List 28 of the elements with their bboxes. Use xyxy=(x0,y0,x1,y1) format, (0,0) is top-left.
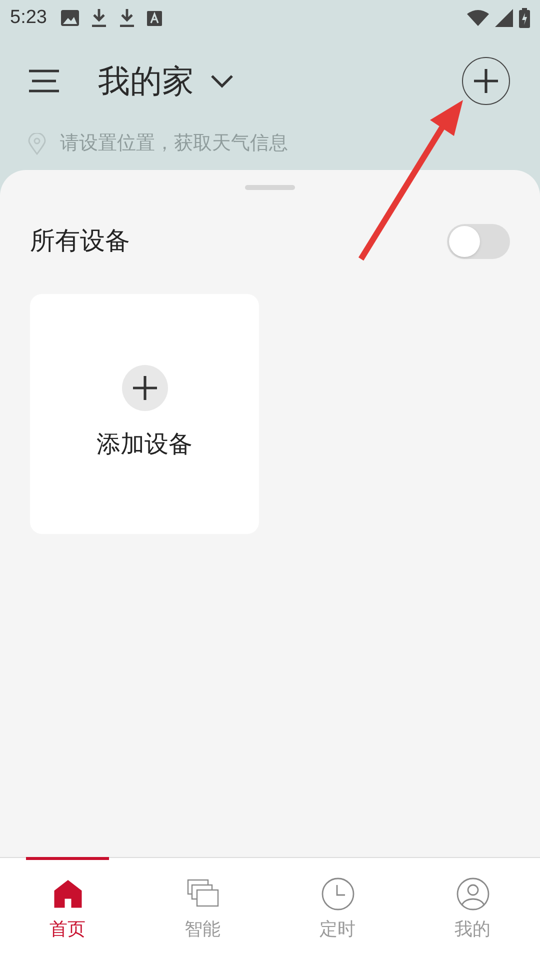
user-icon xyxy=(456,877,490,911)
add-button[interactable] xyxy=(462,57,510,105)
battery-icon xyxy=(519,8,530,28)
location-pin-icon xyxy=(28,133,46,155)
stacked-windows-icon xyxy=(186,879,218,909)
nav-tab[interactable]: 我的 xyxy=(431,857,514,960)
image-icon xyxy=(60,10,79,26)
chevron-down-icon[interactable] xyxy=(210,74,234,88)
status-time: 5:23 xyxy=(10,6,47,30)
section-title: 所有设备 xyxy=(30,226,130,257)
toggle-switch[interactable] xyxy=(447,224,510,260)
add-device-card[interactable]: 添加设备 xyxy=(30,294,259,534)
download-icon xyxy=(90,9,107,27)
wifi-icon xyxy=(467,10,489,26)
download-icon xyxy=(118,9,135,27)
nav-tab[interactable]: 智能 xyxy=(161,857,244,960)
menu-icon[interactable] xyxy=(28,69,60,93)
home-icon xyxy=(52,879,82,909)
font-icon xyxy=(146,10,162,26)
drag-handle[interactable] xyxy=(245,185,295,190)
add-device-label: 添加设备 xyxy=(96,430,192,460)
plus-icon xyxy=(473,68,499,94)
home-title[interactable]: 我的家 xyxy=(98,57,194,105)
signal-icon xyxy=(495,9,513,27)
clock-icon xyxy=(320,877,354,911)
location-hint[interactable]: 请设置位置，获取天气信息 xyxy=(60,130,288,158)
nav-tab[interactable]: 首页 xyxy=(26,857,109,960)
nav-tab[interactable]: 定时 xyxy=(296,857,379,960)
